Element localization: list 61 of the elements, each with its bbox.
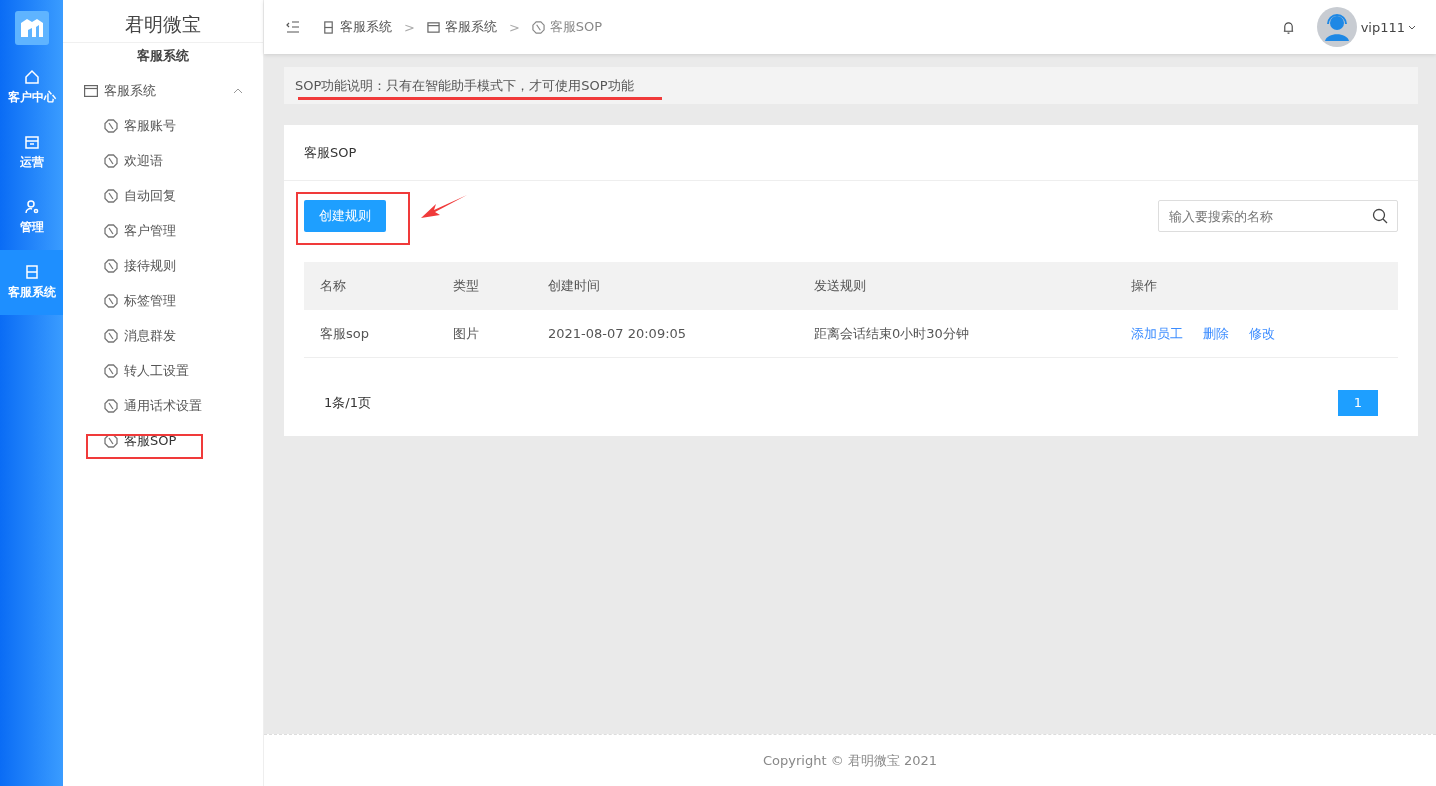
menu-item[interactable]: 客户管理 [63,213,263,248]
section-title: 客服系统 [63,42,263,69]
menu-item[interactable]: 欢迎语 [63,143,263,178]
menu-item[interactable]: 通用话术设置 [63,388,263,423]
octagon-icon [104,258,118,273]
column-header: 名称 [320,277,347,295]
notice-text: SOP功能说明：只有在智能助手模式下，才可使用SOP功能 [295,76,634,95]
notification-bell-icon[interactable] [1281,19,1295,35]
menu-group[interactable]: 客服系统 [63,73,263,108]
octagon-icon [531,20,545,34]
window-icon [426,20,440,34]
octagon-icon [104,398,118,413]
avatar-icon[interactable] [1316,7,1357,47]
menu-item[interactable]: 消息群发 [63,318,263,353]
menu-item[interactable]: 自动回复 [63,178,263,213]
rail-nav-item[interactable]: 运营 [0,120,63,185]
pagination-summary: 1条/1页 [324,394,371,412]
user-menu[interactable]: vip111 [1360,19,1405,35]
rail-nav-item[interactable]: 管理 [0,185,63,250]
collapse-menu-icon[interactable] [286,21,300,33]
calendar-icon [322,20,335,34]
menu-item[interactable]: 客服账号 [63,108,263,143]
card-title: 客服SOP [284,125,1418,181]
octagon-icon [104,118,118,133]
search-icon[interactable] [1372,208,1388,224]
breadcrumb-link[interactable]: 客服系统 [444,18,497,36]
action-link[interactable]: 删除 [1203,324,1229,343]
action-link[interactable]: 添加员工 [1131,324,1183,343]
breadcrumb-link[interactable]: 客服SOP [549,18,603,36]
box-icon [23,134,40,150]
column-header: 创建时间 [548,277,601,295]
copyright-text: Copyright © 君明微宝 2021 [763,751,937,770]
table-cell-text: 客服sop [320,324,370,343]
rail-nav-item[interactable]: 客户中心 [0,55,63,120]
search-field[interactable]: 输入要搜索的名称 [1158,200,1398,232]
menu-item[interactable]: 转人工设置 [63,353,263,388]
caret-icon[interactable] [1408,24,1416,30]
menu-item[interactable]: 标签管理 [63,283,263,318]
column-header: 操作 [1131,277,1158,295]
octagon-icon [104,153,118,168]
app-title: 君明微宝 [124,12,202,37]
user-icon [23,199,40,215]
home-icon [23,69,40,85]
chevron-icon [233,87,243,94]
calendar-icon [23,264,40,280]
column-header: 类型 [453,277,480,295]
table-cell-text: 距离会话结束0小时30分钟 [814,324,970,343]
octagon-icon [104,363,118,378]
table-cell-text: 2021-08-07 20:09:05 [548,326,688,341]
menu-item[interactable]: 接待规则 [63,248,263,283]
octagon-icon [104,188,118,203]
octagon-icon [104,328,118,343]
octagon-icon [104,293,118,308]
breadcrumb-separator: > [404,19,415,35]
octagon-icon [104,433,118,448]
breadcrumb-link[interactable]: 客服系统 [340,18,392,36]
octagon-icon [104,223,118,238]
table-cell-text: 图片 [453,324,480,343]
window-icon [84,84,98,97]
column-header: 发送规则 [814,277,867,295]
breadcrumb-separator: > [508,19,520,35]
